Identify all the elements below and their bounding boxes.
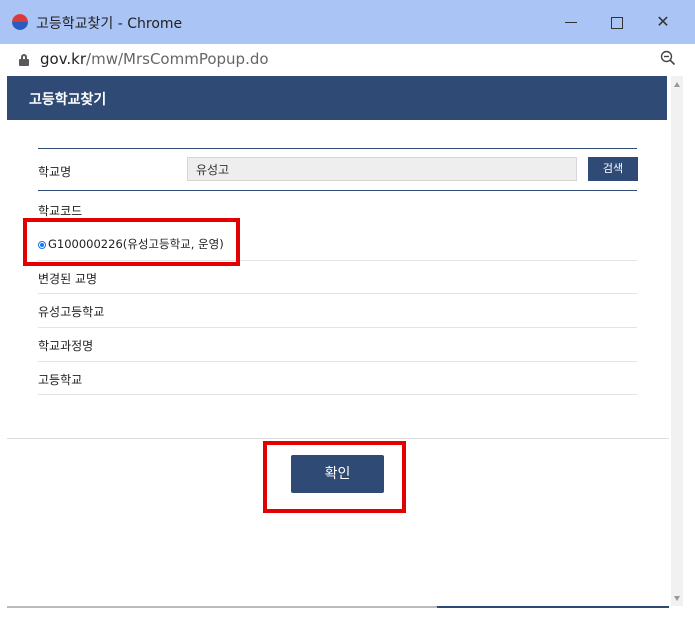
changed-name-label: 변경된 교명	[38, 272, 98, 286]
changed-name-value: 유성고등학교	[38, 305, 105, 319]
page-title: 고등학교찾기	[29, 92, 107, 108]
taegeuk-logo-icon	[12, 14, 28, 30]
minimize-icon	[565, 22, 577, 23]
zoom-out-icon[interactable]	[660, 50, 676, 66]
highlight-box-confirm	[263, 441, 406, 513]
scroll-up-arrow-icon[interactable]	[674, 82, 680, 87]
school-name-label: 학교명	[38, 165, 72, 179]
url-text[interactable]: gov.kr/mw/MrsCommPopup.do	[40, 50, 269, 68]
bottom-border	[7, 606, 437, 608]
highlight-box-result	[23, 218, 240, 266]
form-top-divider	[38, 148, 637, 149]
maximize-button[interactable]	[602, 8, 632, 36]
search-button[interactable]: 검색	[588, 157, 638, 181]
divider	[38, 293, 637, 294]
scroll-down-arrow-icon[interactable]	[674, 596, 680, 601]
url-path: /mw/MrsCommPopup.do	[86, 50, 269, 68]
maximize-icon	[611, 16, 623, 29]
divider	[38, 361, 637, 362]
url-domain: gov.kr	[40, 50, 87, 68]
scrollbar[interactable]	[671, 76, 683, 606]
course-label: 학교과정명	[38, 339, 94, 353]
school-name-input[interactable]	[187, 157, 577, 181]
school-code-label: 학교코드	[38, 204, 83, 218]
address-bar[interactable]: gov.kr/mw/MrsCommPopup.do	[0, 44, 695, 74]
footer-divider	[7, 438, 669, 439]
divider	[38, 327, 637, 328]
minimize-button[interactable]	[556, 8, 586, 36]
course-value: 고등학교	[38, 373, 83, 387]
lock-icon	[19, 54, 29, 66]
bottom-border-accent	[437, 606, 669, 608]
window-titlebar: 고등학교찾기 - Chrome ✕	[0, 0, 695, 44]
form-divider	[38, 190, 637, 191]
window-title: 고등학교찾기 - Chrome	[36, 16, 183, 32]
popup-header: 고등학교찾기	[7, 76, 667, 120]
divider	[38, 394, 637, 395]
close-button[interactable]: ✕	[648, 8, 678, 36]
